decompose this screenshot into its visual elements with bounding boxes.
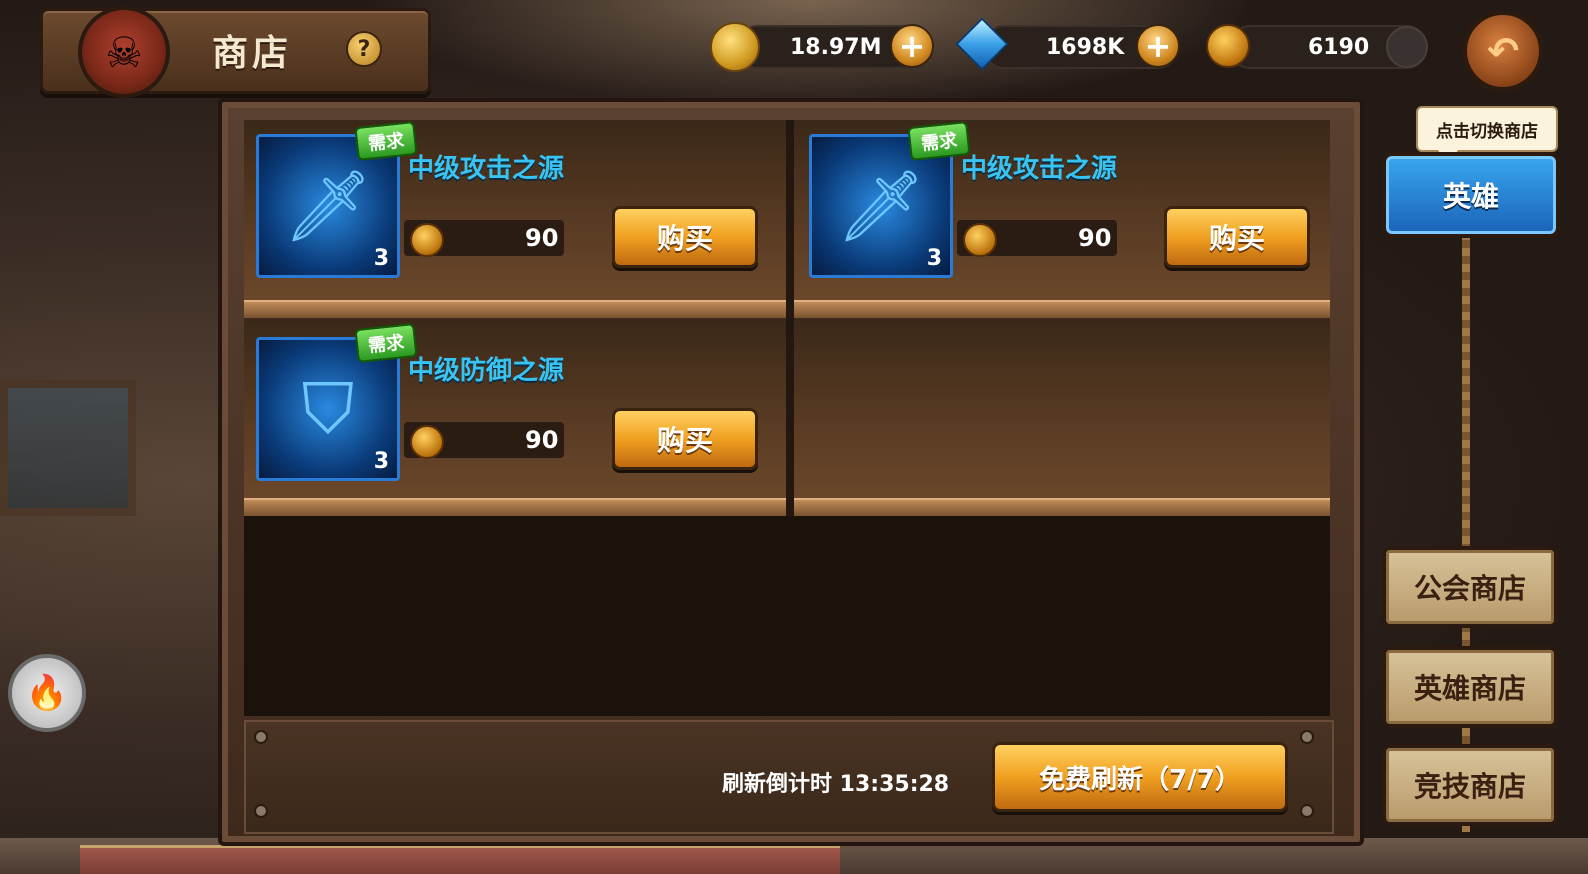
rope bbox=[1462, 232, 1470, 832]
shelf-board bbox=[794, 300, 1330, 318]
item-price: 90 bbox=[525, 224, 559, 252]
item-name: 中级防御之源 bbox=[408, 356, 565, 386]
shelf-slot-4 bbox=[794, 318, 1330, 516]
add-gold-button[interactable]: + bbox=[890, 24, 934, 68]
help-button[interactable]: ? bbox=[346, 31, 382, 67]
shelf-divider bbox=[786, 120, 794, 516]
refresh-countdown: 刷新倒计时 13:35:28 bbox=[722, 772, 950, 797]
gold-value: 18.97M bbox=[790, 35, 882, 60]
item-price: 90 bbox=[525, 426, 559, 454]
gem-value: 1698K bbox=[1046, 35, 1125, 60]
add-gems-button[interactable]: + bbox=[1136, 24, 1180, 68]
medal-icon bbox=[963, 223, 997, 257]
background-window bbox=[0, 380, 136, 516]
gold-coin-icon bbox=[710, 22, 760, 72]
item-name: 中级攻击之源 bbox=[961, 154, 1118, 184]
buy-button[interactable]: 购买 bbox=[1164, 206, 1310, 268]
buy-button[interactable]: 购买 bbox=[612, 408, 758, 470]
shelf-board bbox=[244, 300, 786, 318]
rivet bbox=[254, 730, 268, 744]
medal-icon bbox=[410, 425, 444, 459]
background-rug bbox=[80, 845, 840, 874]
switch-shop-tooltip: 点击切换商店 bbox=[1416, 106, 1558, 164]
free-refresh-button[interactable]: 免费刷新（7/7） bbox=[992, 742, 1288, 812]
page-title: 商店 bbox=[212, 33, 293, 74]
medal-icon bbox=[410, 223, 444, 257]
guild-shop-tab[interactable]: 公会商店 bbox=[1382, 546, 1558, 628]
back-button[interactable]: ↶ bbox=[1462, 10, 1544, 92]
item-name: 中级攻击之源 bbox=[408, 154, 565, 184]
medal-icon bbox=[1206, 24, 1250, 68]
medal-value: 6190 bbox=[1308, 35, 1370, 60]
item-count: 3 bbox=[373, 246, 389, 271]
buy-button[interactable]: 购买 bbox=[612, 206, 758, 268]
item-count: 3 bbox=[926, 246, 942, 271]
hero-shop-toggle[interactable]: 英雄 bbox=[1382, 152, 1560, 238]
flame-mascot-icon[interactable]: 🔥 bbox=[8, 654, 86, 732]
item-count: 3 bbox=[373, 449, 389, 474]
medal-cap-icon bbox=[1386, 26, 1428, 68]
item-price: 90 bbox=[1078, 224, 1112, 252]
rivet bbox=[254, 804, 268, 818]
skull-emblem-icon: ☠ bbox=[78, 6, 170, 98]
shelf-board bbox=[794, 498, 1330, 516]
arena-shop-tab[interactable]: 竞技商店 bbox=[1382, 744, 1558, 826]
shelf-board bbox=[244, 498, 786, 516]
hero-shop-tab[interactable]: 英雄商店 bbox=[1382, 646, 1558, 728]
rivet bbox=[1300, 730, 1314, 744]
rivet bbox=[1300, 804, 1314, 818]
